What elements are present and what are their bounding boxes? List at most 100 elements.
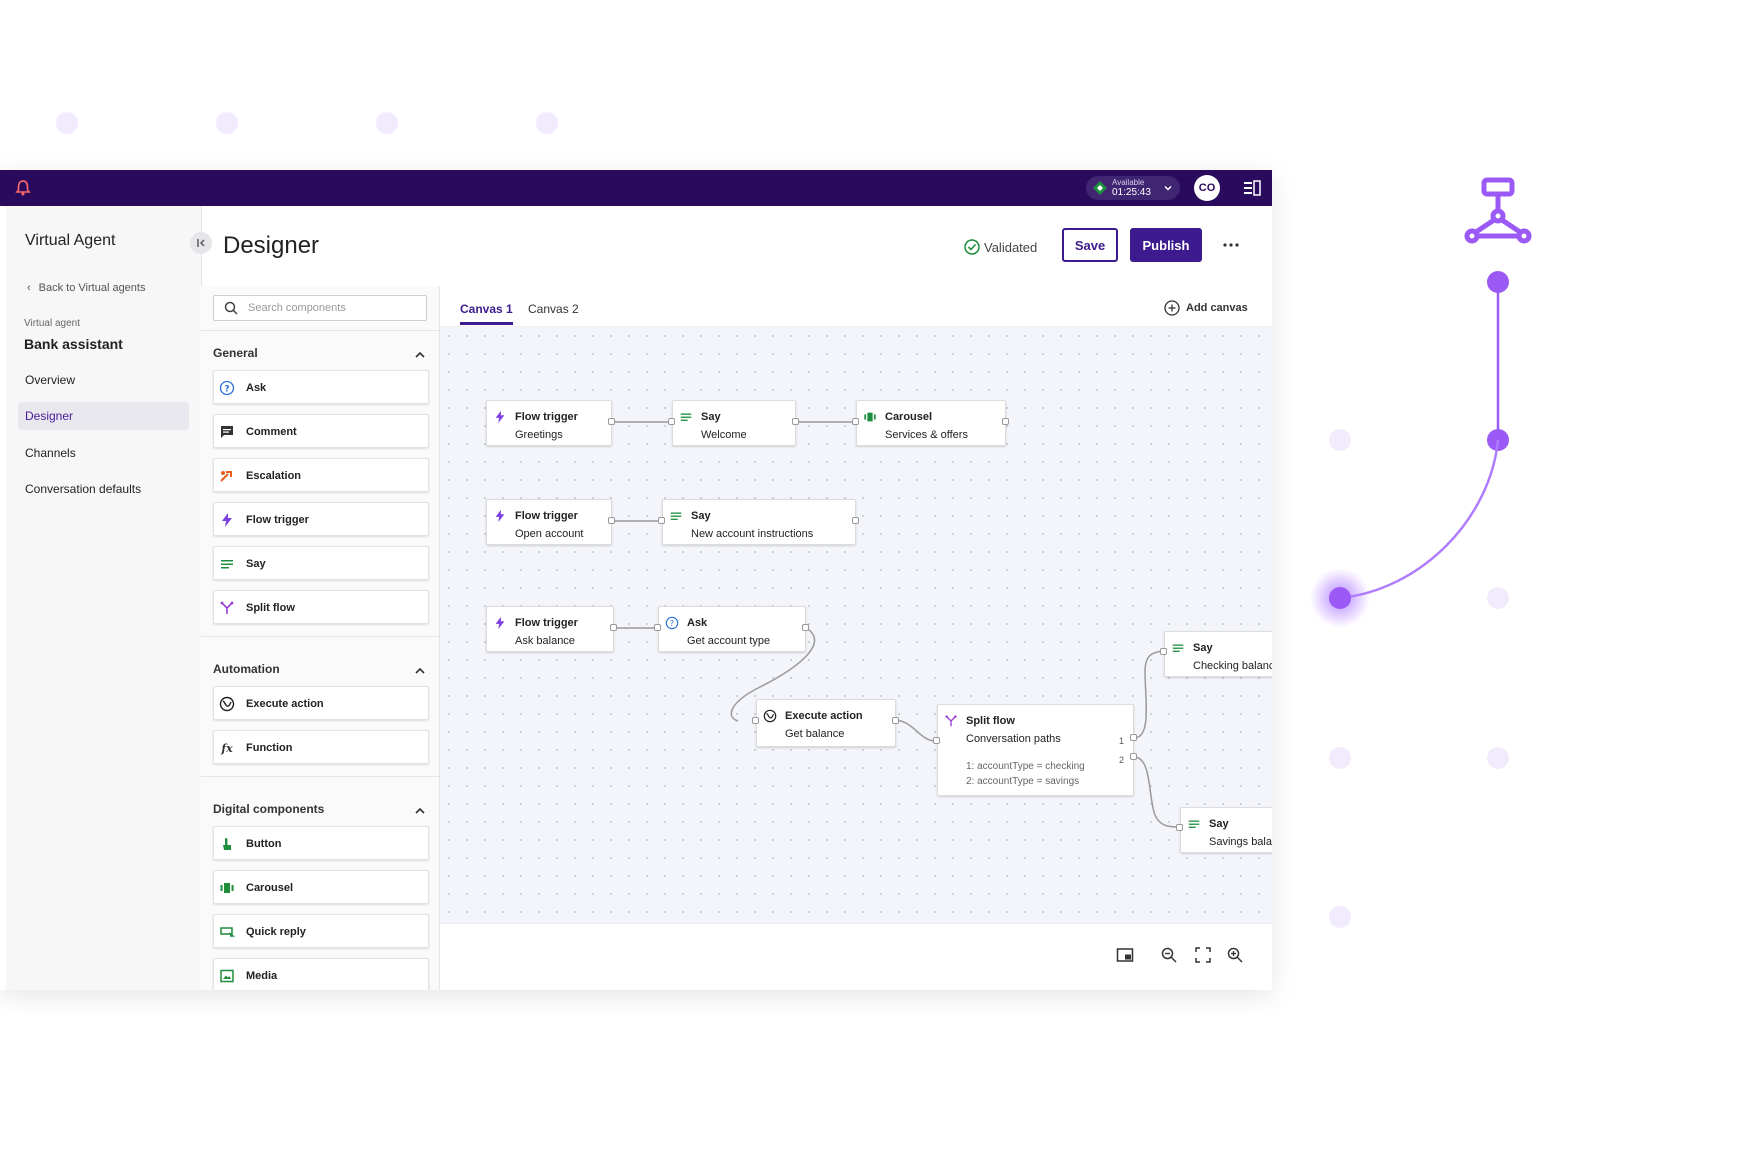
flow-node-execute-action[interactable]: Execute action Get balance: [756, 699, 896, 747]
node-output-port[interactable]: [1130, 734, 1137, 741]
component-label: Escalation: [246, 470, 302, 482]
node-label: Greetings: [515, 429, 563, 441]
sidebar-item-channels[interactable]: Channels: [18, 439, 189, 467]
node-input-port[interactable]: [933, 737, 940, 744]
node-input-port[interactable]: [654, 624, 661, 631]
component-escalation[interactable]: Escalation: [213, 458, 429, 492]
fit-screen-icon[interactable]: [1194, 946, 1212, 964]
component-execute-action[interactable]: Execute action: [213, 686, 429, 720]
avatar[interactable]: CO: [1194, 175, 1220, 201]
component-flow-trigger[interactable]: Flow trigger: [213, 502, 429, 536]
availability-status[interactable]: Available 01:25:43: [1086, 176, 1180, 200]
carousel-icon: [864, 412, 876, 422]
node-label: Welcome: [701, 429, 747, 441]
section-title: Digital components: [213, 802, 325, 816]
node-output-port[interactable]: [792, 418, 799, 425]
flow-node-carousel[interactable]: Carousel Services & offers: [856, 400, 1006, 446]
search-icon: [224, 301, 238, 315]
sidebar-item-conversation-defaults[interactable]: Conversation defaults: [18, 475, 189, 503]
flow-node-say[interactable]: Say Savings balan: [1180, 807, 1272, 853]
node-input-port[interactable]: [852, 418, 859, 425]
top-bar: Available 01:25:43 CO: [0, 170, 1272, 206]
components-panel: Search components General ? Ask Comment …: [201, 286, 440, 990]
node-type: Say: [1193, 642, 1213, 654]
sidebar-item-overview[interactable]: Overview: [18, 366, 189, 394]
page-title: Designer: [223, 232, 320, 259]
lightning-icon: [495, 509, 505, 523]
collapse-sidebar-button[interactable]: [190, 232, 212, 254]
divider: [201, 636, 439, 637]
node-type: Carousel: [885, 411, 933, 423]
flow-node-ask[interactable]: ? Ask Get account type: [658, 606, 806, 652]
back-link[interactable]: ‹ Back to Virtual agents: [27, 282, 145, 294]
publish-button[interactable]: Publish: [1130, 228, 1202, 262]
side-panel-icon[interactable]: [1243, 179, 1261, 197]
section-automation[interactable]: Automation: [213, 662, 429, 682]
node-output-port[interactable]: [610, 624, 617, 631]
component-comment[interactable]: Comment: [213, 414, 429, 448]
status-time: 01:25:43: [1112, 187, 1151, 198]
question-icon: ?: [665, 616, 679, 630]
section-title: Automation: [213, 662, 280, 676]
node-output-port[interactable]: [1130, 753, 1137, 760]
node-output-port[interactable]: [608, 418, 615, 425]
node-input-port[interactable]: [1176, 824, 1183, 831]
lightning-icon: [495, 616, 505, 630]
node-label: Checking balanc: [1193, 660, 1272, 672]
component-label: Quick reply: [246, 926, 306, 938]
flow-node-say[interactable]: Say Welcome: [672, 400, 796, 446]
minimap-icon[interactable]: [1116, 946, 1134, 964]
component-label: Button: [246, 838, 282, 850]
flow-node-flow-trigger[interactable]: Flow trigger Open account: [486, 499, 612, 545]
sidebar: Virtual Agent ‹ Back to Virtual agents Vi…: [6, 206, 202, 990]
component-media[interactable]: Media: [213, 958, 429, 990]
zoom-out-icon[interactable]: [1160, 946, 1178, 964]
node-label: New account instructions: [691, 528, 814, 540]
flow-node-flow-trigger[interactable]: Flow trigger Greetings: [486, 400, 612, 446]
section-digital-components[interactable]: Digital components: [213, 802, 429, 822]
node-label: Conversation paths: [966, 733, 1061, 745]
flow-node-say[interactable]: Say New account instructions: [662, 499, 856, 545]
zoom-in-icon[interactable]: [1226, 946, 1244, 964]
flow-node-flow-trigger[interactable]: Flow trigger Ask balance: [486, 606, 614, 652]
flow-node-split-flow[interactable]: Split flow Conversation paths 1: account…: [937, 704, 1134, 796]
section-general[interactable]: General: [213, 346, 429, 366]
node-label: Get account type: [687, 635, 771, 647]
flow-node-say[interactable]: Say Checking balanc: [1164, 631, 1272, 677]
more-options-icon[interactable]: [1222, 236, 1240, 254]
component-quick-reply[interactable]: Quick reply: [213, 914, 429, 948]
component-label: Media: [246, 970, 278, 982]
component-say[interactable]: Say: [213, 546, 429, 580]
search-input[interactable]: Search components: [213, 295, 427, 321]
node-input-port[interactable]: [658, 517, 665, 524]
svg-text:?: ?: [670, 619, 674, 628]
node-input-port[interactable]: [752, 717, 759, 724]
component-function[interactable]: fx Function: [213, 730, 429, 764]
save-button[interactable]: Save: [1062, 228, 1118, 262]
node-input-port[interactable]: [668, 418, 675, 425]
carousel-icon: [220, 883, 234, 893]
divider: [201, 776, 439, 777]
component-split-flow[interactable]: Split flow: [213, 590, 429, 624]
component-label: Ask: [246, 382, 267, 394]
component-ask[interactable]: ? Ask: [213, 370, 429, 404]
tab-canvas-2[interactable]: Canvas 2: [528, 302, 579, 316]
quick-reply-icon: [220, 927, 235, 937]
decorative-dot: [216, 112, 238, 134]
plus-circle-icon: [1164, 300, 1180, 316]
component-button[interactable]: Button: [213, 826, 429, 860]
lines-icon: [1188, 820, 1200, 828]
tab-canvas-1[interactable]: Canvas 1: [460, 302, 513, 316]
node-input-port[interactable]: [1160, 648, 1167, 655]
agent-name: Bank assistant: [24, 336, 123, 352]
node-output-port[interactable]: [852, 517, 859, 524]
node-output-port[interactable]: [608, 517, 615, 524]
flow-canvas[interactable]: Flow trigger Greetings Say Welcome Carou…: [440, 327, 1272, 923]
node-output-port[interactable]: [1002, 418, 1009, 425]
sidebar-item-designer[interactable]: Designer: [18, 402, 189, 430]
node-type: Ask: [687, 617, 708, 629]
node-output-port[interactable]: [802, 624, 809, 631]
node-output-port[interactable]: [892, 717, 899, 724]
component-carousel[interactable]: Carousel: [213, 870, 429, 904]
bell-icon[interactable]: [14, 179, 32, 197]
